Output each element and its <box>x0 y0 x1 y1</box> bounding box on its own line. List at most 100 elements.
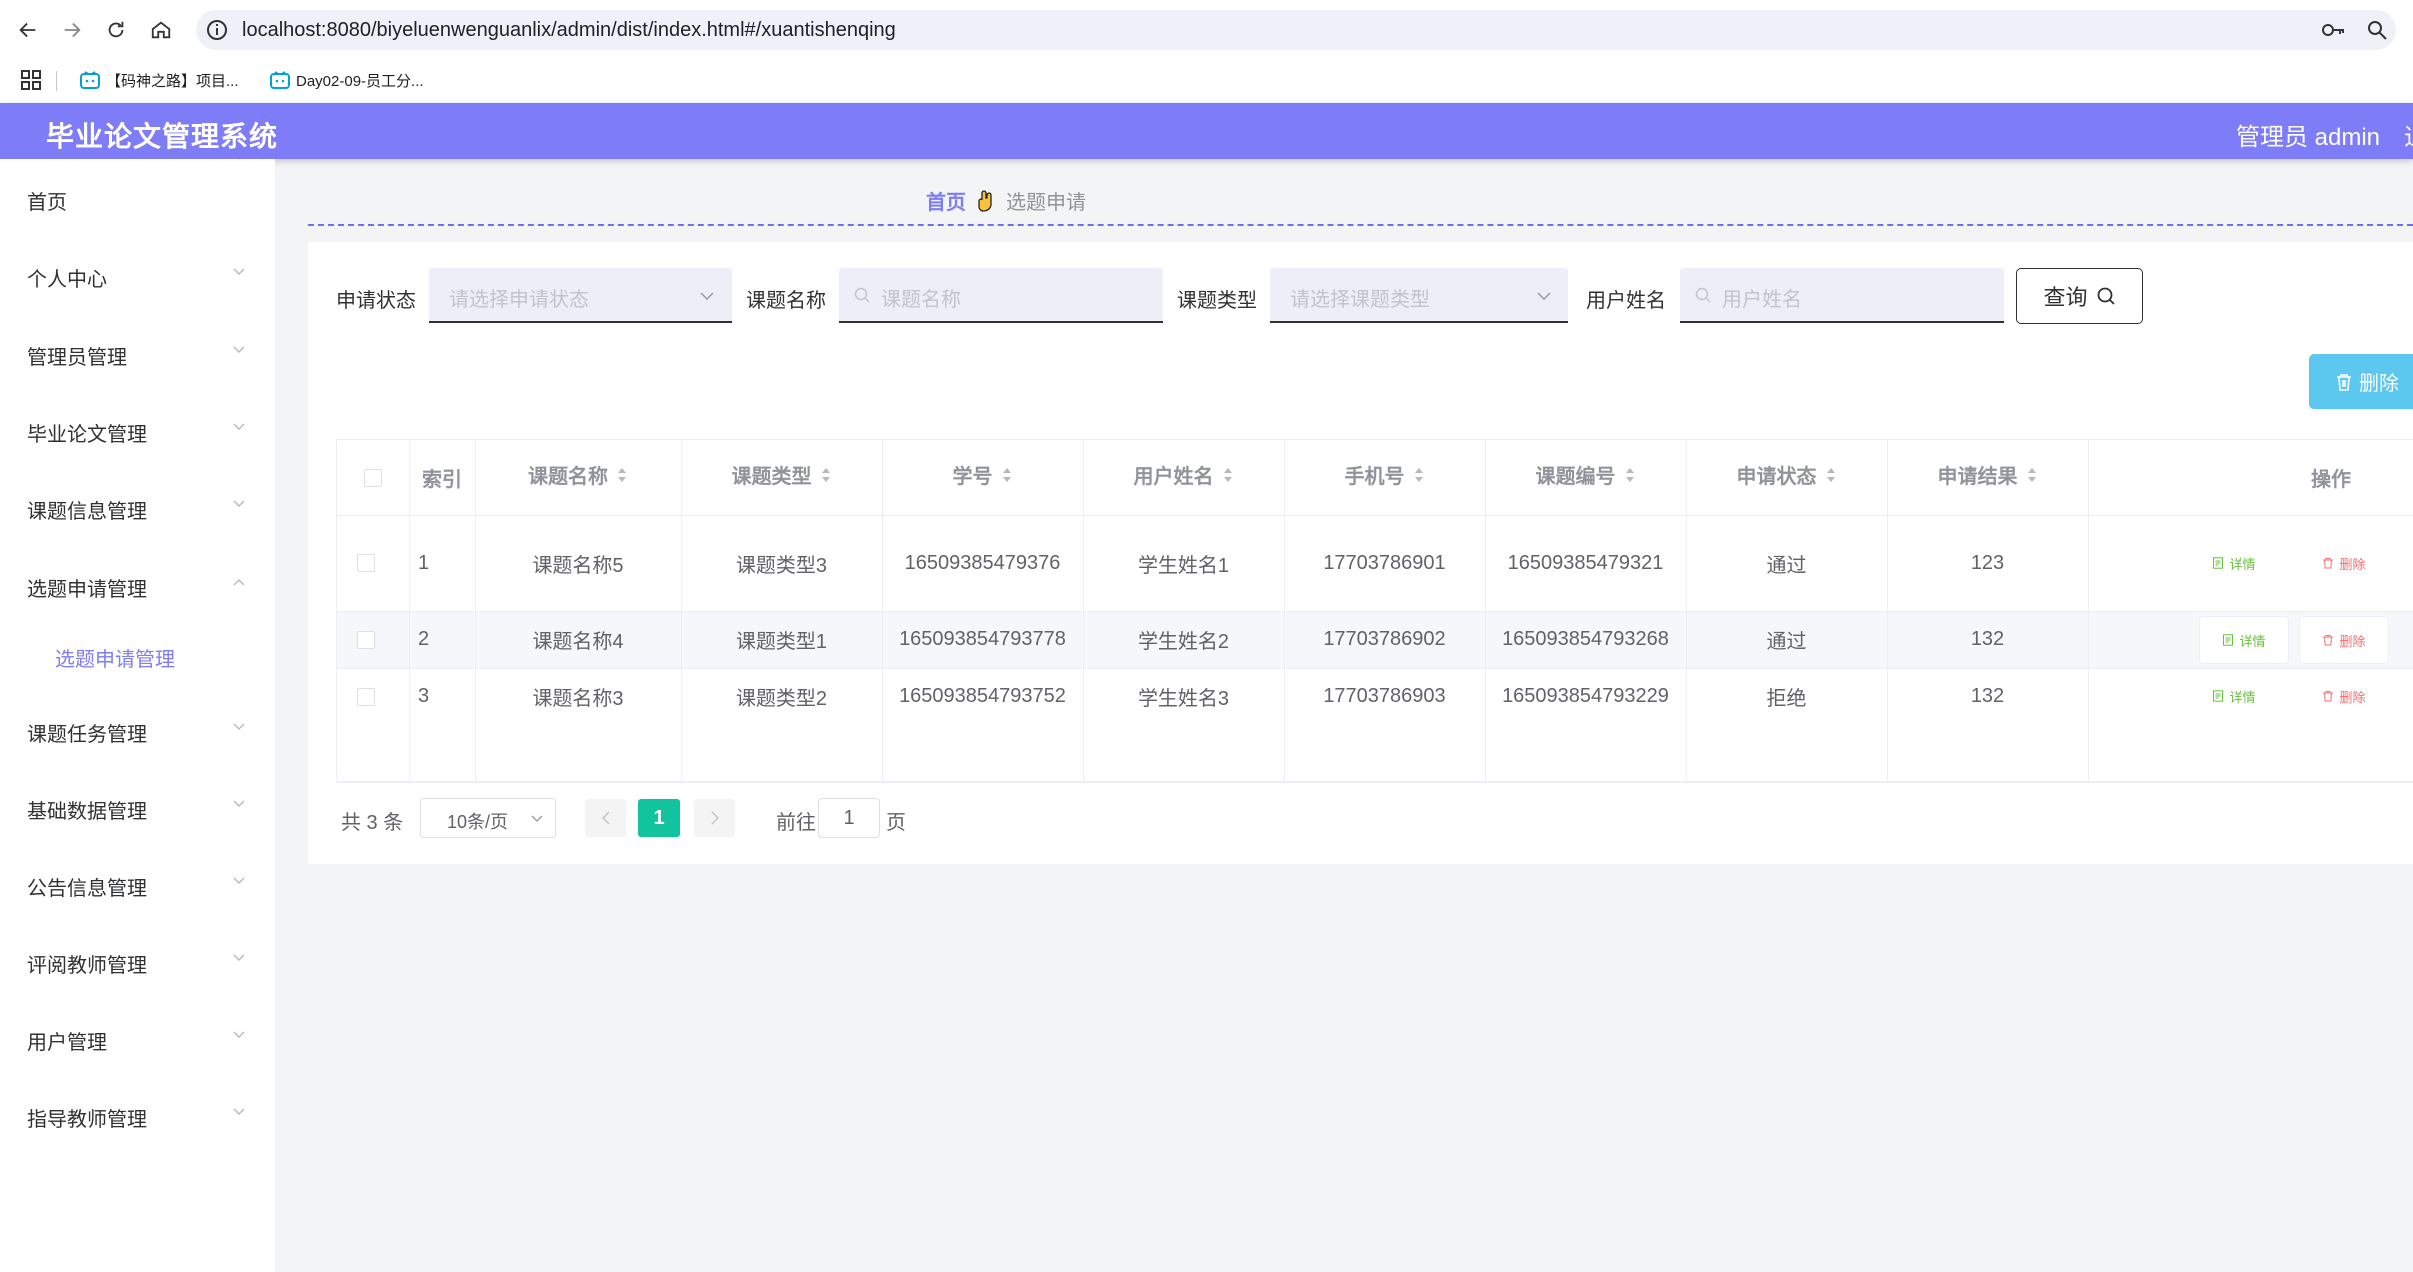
cell-user-name: 学生姓名1 <box>1137 554 1230 577</box>
sidebar-subitem-label: 选题申请管理 <box>55 649 175 671</box>
row-delete-button[interactable]: 删除 <box>2299 616 2389 664</box>
search-icon <box>1695 287 1711 303</box>
header-topic-name[interactable]: 课题名称 <box>475 440 681 515</box>
sort-icon[interactable] <box>1413 466 1425 484</box>
header-topic-no[interactable]: 课题编号 <box>1485 440 1686 515</box>
apps-grid-icon[interactable] <box>20 69 42 91</box>
back-icon[interactable] <box>12 12 44 48</box>
header-student-no[interactable]: 学号 <box>882 440 1083 515</box>
cell-student-no: 16509385479376 <box>904 551 1061 574</box>
breadcrumb-home[interactable]: 首页 <box>926 186 966 215</box>
chevron-down-icon <box>1537 292 1551 301</box>
sidebar-item-base-data[interactable]: 基础数据管理 <box>0 777 275 837</box>
info-icon[interactable] <box>206 19 228 41</box>
chevron-down-icon <box>233 1031 245 1039</box>
chevron-down-icon <box>233 954 245 962</box>
document-icon <box>2213 557 2224 569</box>
cell-apply-status: 通过 <box>1766 631 1807 653</box>
sidebar-item-label: 指导教师管理 <box>27 1109 147 1131</box>
trash-icon <box>2337 373 2351 391</box>
sort-icon[interactable] <box>1222 466 1234 484</box>
admin-user-label[interactable]: 管理员 admin <box>2236 117 2380 152</box>
page-number-current[interactable]: 1 <box>638 799 680 837</box>
sidebar-item-user[interactable]: 用户管理 <box>0 1008 275 1068</box>
header-user-name[interactable]: 用户姓名 <box>1083 440 1284 515</box>
chevron-down-icon <box>233 268 245 276</box>
select-all-checkbox[interactable] <box>364 468 382 487</box>
bookmark-2[interactable]: Day02-09-员工分... <box>270 67 424 93</box>
hand-icon <box>978 189 992 212</box>
sidebar-item-topic-info[interactable]: 课题信息管理 <box>0 477 275 537</box>
sort-icon[interactable] <box>616 466 628 484</box>
row-checkbox[interactable] <box>357 687 375 706</box>
status-select[interactable]: 请选择申请状态 <box>429 268 732 323</box>
sort-icon[interactable] <box>1624 466 1636 484</box>
sort-icon[interactable] <box>1001 466 1013 484</box>
query-button-label: 查询 <box>2043 285 2088 310</box>
sort-icon[interactable] <box>2026 466 2038 484</box>
zoom-icon[interactable] <box>2366 19 2388 41</box>
detail-label: 详情 <box>2229 689 2256 705</box>
url-text[interactable]: localhost:8080/biyeluenwenguanlix/admin/… <box>242 19 896 42</box>
header-phone[interactable]: 手机号 <box>1284 440 1485 515</box>
password-key-icon[interactable] <box>2320 19 2346 41</box>
cell-apply-status: 拒绝 <box>1766 688 1807 710</box>
home-icon[interactable] <box>145 12 177 48</box>
cell-topic-no: 16509385479321 <box>1507 551 1664 574</box>
cell-topic-type: 课题类型2 <box>735 688 828 710</box>
header-apply-status[interactable]: 申请状态 <box>1686 440 1887 515</box>
reload-icon[interactable] <box>100 12 132 48</box>
cell-phone: 17703786901 <box>1323 551 1446 574</box>
sidebar-item-topic-task[interactable]: 课题任务管理 <box>0 700 275 760</box>
sidebar-item-thesis-manage[interactable]: 毕业论文管理 <box>0 400 275 460</box>
sidebar-item-notice[interactable]: 公告信息管理 <box>0 854 275 914</box>
sidebar-item-review-teacher[interactable]: 评阅教师管理 <box>0 931 275 991</box>
batch-delete-button[interactable]: 删除 <box>2309 354 2413 409</box>
header-apply-result-label: 申请结果 <box>1937 466 2018 488</box>
sidebar-item-guide-teacher[interactable]: 指导教师管理 <box>0 1085 275 1145</box>
row-checkbox[interactable] <box>357 630 375 649</box>
chevron-left-icon <box>601 811 610 825</box>
detail-button[interactable]: 详情 <box>2190 539 2278 587</box>
bookmark-1[interactable]: 【码神之路】项目... <box>80 67 239 93</box>
header-topic-type[interactable]: 课题类型 <box>681 440 882 515</box>
goto-page-input[interactable]: 1 <box>818 798 880 838</box>
sort-icon[interactable] <box>820 466 832 484</box>
sidebar-item-label: 选题申请管理 <box>27 579 147 601</box>
cell-user-name: 学生姓名2 <box>1137 631 1230 653</box>
page-size-select[interactable]: 10条/页 <box>420 798 556 838</box>
sidebar-subitem-topic-apply[interactable]: 选题申请管理 <box>0 625 275 685</box>
chevron-down-icon <box>233 1108 245 1116</box>
breadcrumb-divider <box>308 224 2413 226</box>
address-bar[interactable]: localhost:8080/biyeluenwenguanlix/admin/… <box>196 10 2396 50</box>
cell-student-no: 165093854793778 <box>899 628 1066 650</box>
header-apply-result[interactable]: 申请结果 <box>1887 440 2088 515</box>
detail-button[interactable]: 详情 <box>2190 672 2278 720</box>
sidebar-item-personal-center[interactable]: 个人中心 <box>0 245 275 305</box>
cell-topic-name: 课题名称3 <box>532 688 624 710</box>
detail-button[interactable]: 详情 <box>2199 616 2289 664</box>
prev-page-button[interactable] <box>585 799 626 837</box>
forward-icon[interactable] <box>56 12 88 48</box>
logout-link[interactable]: 退 <box>2404 117 2413 152</box>
sidebar-item-home[interactable]: 首页 <box>0 168 275 228</box>
header-user-name-label: 用户姓名 <box>1133 466 1214 488</box>
row-checkbox[interactable] <box>357 554 375 572</box>
row-delete-button[interactable]: 删除 <box>2300 539 2388 587</box>
sidebar-item-label: 管理员管理 <box>27 347 127 369</box>
breadcrumb-current: 选题申请 <box>1006 192 1086 214</box>
sidebar-item-topic-apply[interactable]: 选题申请管理 <box>0 555 275 615</box>
topic-type-select[interactable]: 请选择课题类型 <box>1270 268 1568 323</box>
chevron-down-icon <box>531 815 543 822</box>
cell-index: 3 <box>418 685 430 707</box>
row-delete-button[interactable]: 删除 <box>2300 672 2388 720</box>
search-icon <box>2097 287 2115 305</box>
next-page-button[interactable] <box>694 799 735 837</box>
query-button[interactable]: 查询 <box>2016 268 2143 324</box>
sort-icon[interactable] <box>1825 466 1837 484</box>
sidebar-item-admin-manage[interactable]: 管理员管理 <box>0 323 275 383</box>
user-name-input[interactable]: 用户姓名 <box>1680 268 2004 323</box>
cell-student-no: 165093854793752 <box>899 685 1066 707</box>
topic-name-input[interactable]: 课题名称 <box>839 268 1163 323</box>
page-size-value: 10条/页 <box>447 812 509 832</box>
